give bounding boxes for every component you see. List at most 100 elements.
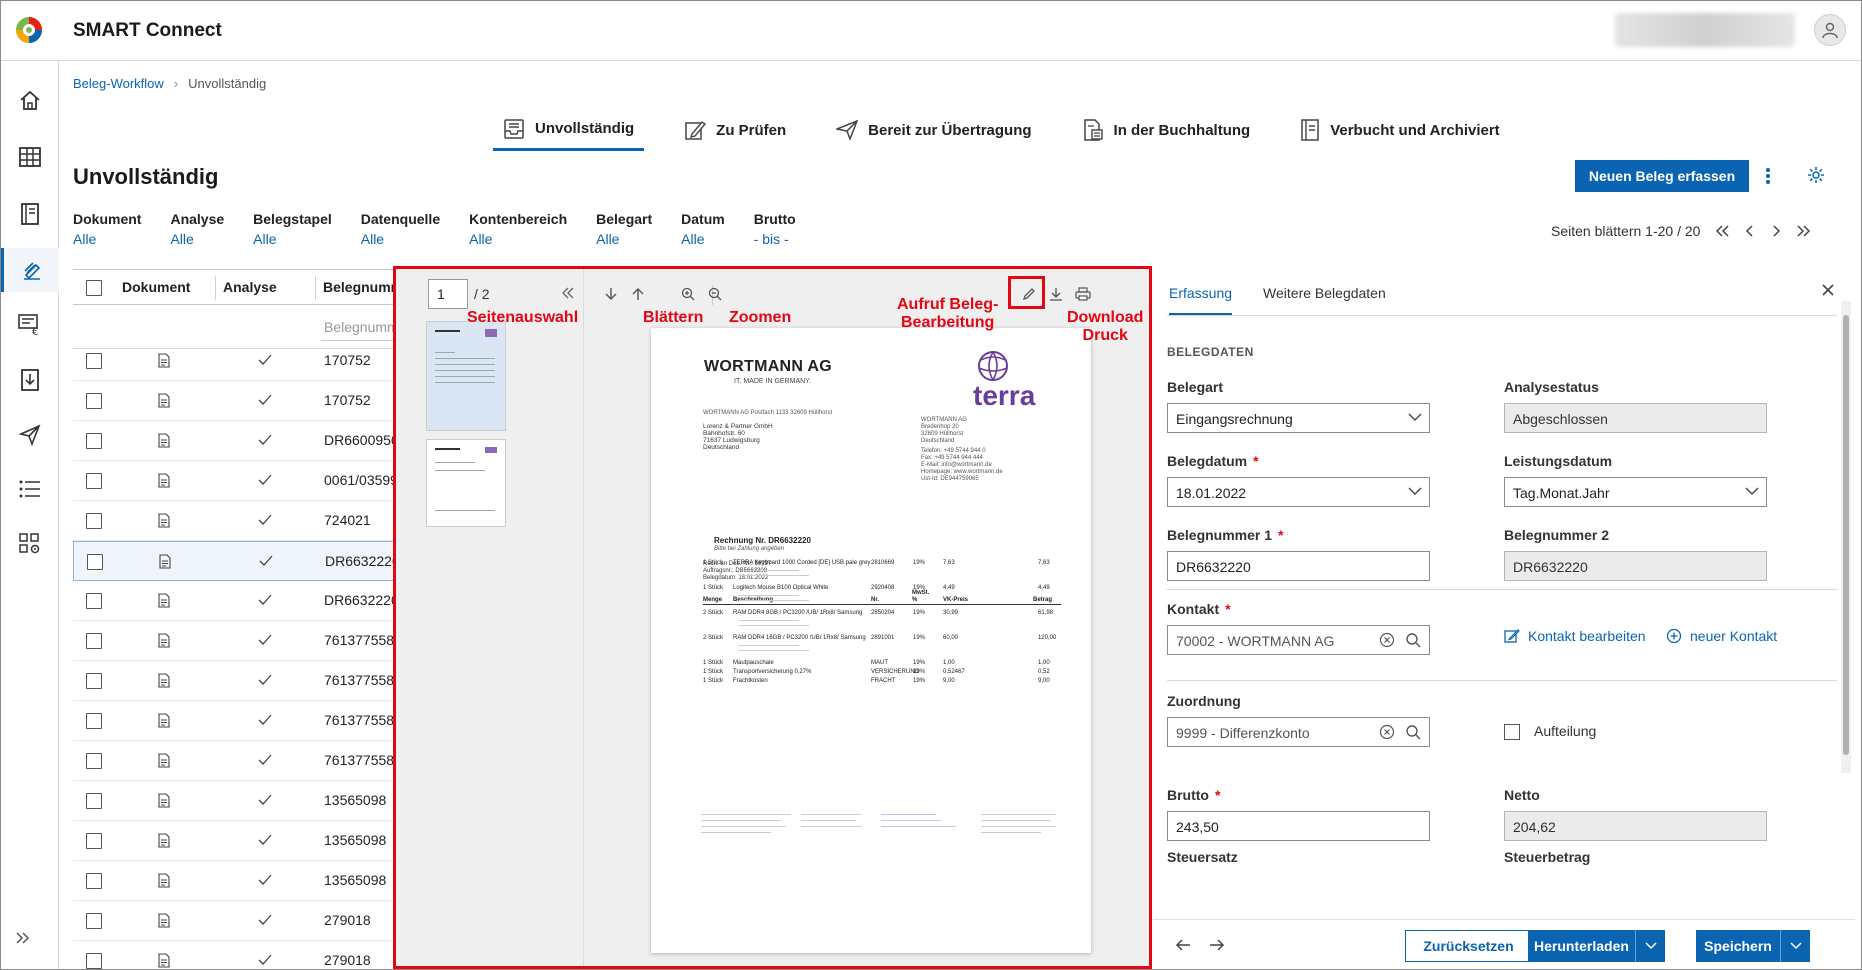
filter-value[interactable]: Alle: [73, 231, 141, 247]
row-checkbox[interactable]: [86, 793, 102, 809]
zoom-out-icon[interactable]: [708, 287, 722, 301]
close-icon[interactable]: [1821, 283, 1835, 297]
filter-value[interactable]: Alle: [681, 231, 725, 247]
row-checkbox[interactable]: [86, 513, 102, 529]
table-row[interactable]: 279018: [73, 941, 403, 969]
save-options-chevron-icon[interactable]: [1780, 930, 1810, 962]
table-row[interactable]: 13565098: [73, 821, 403, 861]
reset-button[interactable]: Zurücksetzen: [1405, 930, 1532, 962]
next-document-icon[interactable]: [1209, 938, 1225, 952]
import-icon[interactable]: [1, 358, 59, 402]
document-icon[interactable]: [158, 673, 170, 688]
document-icon[interactable]: [158, 473, 170, 488]
search-icon[interactable]: [1405, 632, 1421, 648]
document-icon[interactable]: [158, 873, 170, 888]
belegnummer-1-input[interactable]: DR6632220: [1167, 551, 1430, 581]
breadcrumb-root-link[interactable]: Beleg-Workflow: [73, 76, 164, 91]
row-checkbox[interactable]: [86, 353, 102, 369]
filter-belegstapel[interactable]: Belegstapel Alle: [253, 211, 332, 247]
belegart-select[interactable]: Eingangsrechnung: [1167, 403, 1430, 433]
row-checkbox[interactable]: [87, 554, 103, 570]
row-checkbox[interactable]: [86, 833, 102, 849]
tab-erfassung[interactable]: Erfassung: [1169, 285, 1233, 316]
table-row[interactable]: 170752: [73, 341, 403, 381]
document-icon[interactable]: [159, 554, 171, 569]
table-row[interactable]: DR6632220: [73, 541, 403, 581]
filter-belegart[interactable]: Belegart Alle: [596, 211, 652, 247]
table-row[interactable]: 7613775580: [73, 661, 403, 701]
table-row[interactable]: DR6600950: [73, 421, 403, 461]
tab-unvollstaendig[interactable]: Unvollständig: [493, 109, 645, 151]
edit-contact-button[interactable]: Kontakt bearbeiten: [1504, 628, 1646, 644]
row-checkbox[interactable]: [86, 873, 102, 889]
zuordnung-combobox[interactable]: 9999 - Differenzkonto: [1167, 717, 1430, 747]
row-checkbox[interactable]: [86, 673, 102, 689]
brutto-input[interactable]: 243,50: [1167, 811, 1430, 841]
expand-nav-icon[interactable]: [15, 931, 31, 945]
row-checkbox[interactable]: [86, 953, 102, 969]
page-thumbnail-2[interactable]: [426, 439, 506, 527]
download-button[interactable]: Herunterladen: [1528, 930, 1635, 962]
select-all-checkbox[interactable]: [86, 280, 102, 296]
zoom-in-icon[interactable]: [681, 287, 695, 301]
filter-brutto[interactable]: Brutto - bis -: [754, 211, 796, 247]
scroll-down-icon[interactable]: [605, 287, 617, 301]
panel-scrollbar-thumb[interactable]: [1843, 315, 1849, 755]
filter-value[interactable]: - bis -: [754, 231, 796, 247]
filter-dokument[interactable]: Dokument Alle: [73, 211, 141, 247]
send-icon[interactable]: [1, 413, 59, 457]
new-contact-button[interactable]: neuer Kontakt: [1666, 628, 1777, 644]
table-row[interactable]: DR6632220: [73, 581, 403, 621]
user-avatar-icon[interactable]: [1814, 14, 1846, 46]
row-checkbox[interactable]: [86, 633, 102, 649]
save-button[interactable]: Speichern: [1696, 930, 1780, 962]
tab-zu-pruefen[interactable]: Zu Prüfen: [674, 109, 796, 151]
table-row[interactable]: 7613775580: [73, 741, 403, 781]
next-page-icon[interactable]: [1770, 224, 1782, 238]
document-icon[interactable]: [158, 633, 170, 648]
table-row[interactable]: 279018: [73, 901, 403, 941]
column-header-dokument[interactable]: Dokument: [122, 270, 190, 304]
table-row[interactable]: 13565098: [73, 781, 403, 821]
download-icon[interactable]: [1049, 287, 1063, 301]
print-icon[interactable]: [1075, 287, 1091, 301]
tab-in-der-buchhaltung[interactable]: In der Buchhaltung: [1072, 109, 1261, 151]
filter-datum[interactable]: Datum Alle: [681, 211, 725, 247]
aufteilung-checkbox[interactable]: [1504, 724, 1520, 740]
more-options-icon[interactable]: [1765, 166, 1771, 186]
row-checkbox[interactable]: [86, 713, 102, 729]
table-row[interactable]: 7613775580: [73, 621, 403, 661]
table-row[interactable]: 0061/03599: [73, 461, 403, 501]
row-checkbox[interactable]: [86, 753, 102, 769]
home-icon[interactable]: [1, 78, 59, 122]
row-checkbox[interactable]: [86, 593, 102, 609]
page-thumbnail-1[interactable]: [426, 321, 506, 431]
document-icon[interactable]: [158, 513, 170, 528]
filter-value[interactable]: Alle: [596, 231, 652, 247]
document-workflow-icon[interactable]: [1, 248, 59, 292]
document-icon[interactable]: [158, 913, 170, 928]
clear-icon[interactable]: [1379, 724, 1395, 740]
filter-value[interactable]: Alle: [253, 231, 332, 247]
row-checkbox[interactable]: [86, 473, 102, 489]
row-checkbox[interactable]: [86, 913, 102, 929]
gear-icon[interactable]: [1807, 166, 1825, 184]
filter-value[interactable]: Alle: [469, 231, 567, 247]
clear-icon[interactable]: [1379, 632, 1395, 648]
row-checkbox[interactable]: [86, 393, 102, 409]
user-info-blurred[interactable]: [1615, 13, 1795, 47]
list-icon[interactable]: [1, 467, 59, 511]
document-icon[interactable]: [158, 953, 170, 968]
filter-value[interactable]: Alle: [361, 231, 440, 247]
column-header-analyse[interactable]: Analyse: [223, 270, 277, 304]
kontakt-combobox[interactable]: 70002 - WORTMANN AG: [1167, 625, 1430, 655]
table-row[interactable]: 7613775580: [73, 701, 403, 741]
document-icon[interactable]: [158, 393, 170, 408]
filter-value[interactable]: Alle: [170, 231, 224, 247]
leistungsdatum-select[interactable]: Tag.Monat.Jahr: [1504, 477, 1767, 507]
collapse-panel-icon[interactable]: [562, 287, 574, 299]
table-row[interactable]: 170752: [73, 381, 403, 421]
document-icon[interactable]: [158, 833, 170, 848]
document-icon[interactable]: [158, 353, 170, 368]
prev-page-icon[interactable]: [1744, 224, 1756, 238]
